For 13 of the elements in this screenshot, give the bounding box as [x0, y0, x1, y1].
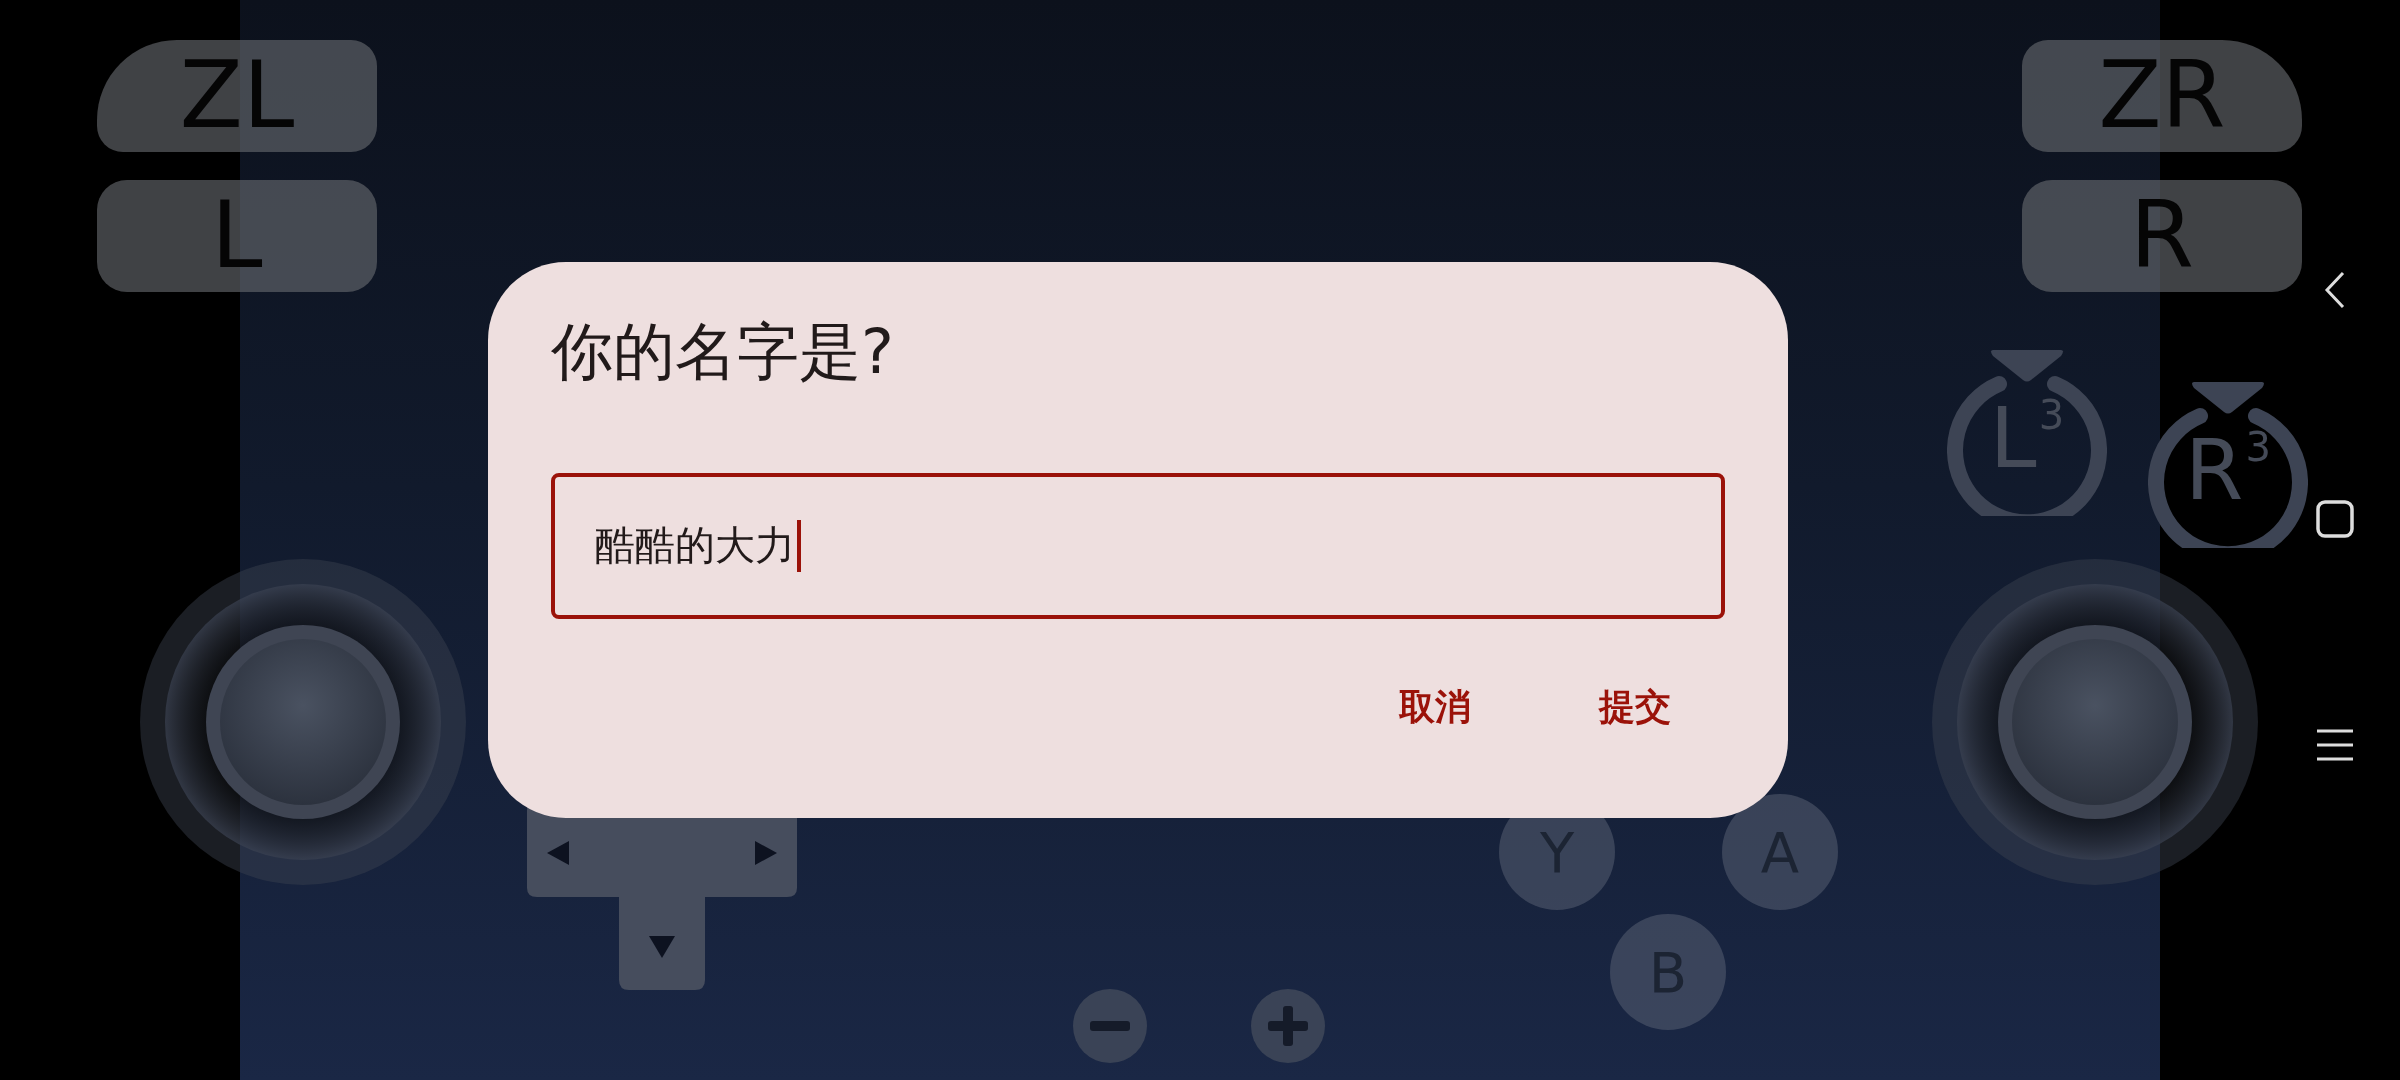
home-icon[interactable]: [2316, 500, 2354, 538]
shoulder-button[interactable]: ZL: [97, 40, 377, 152]
menu-icon[interactable]: [2316, 728, 2354, 762]
cancel-button[interactable]: 取消: [1385, 670, 1485, 744]
submit-button[interactable]: 提交: [1585, 670, 1685, 744]
stick-click-button[interactable]: R$^{3}$: [2148, 372, 2308, 548]
name-input-field[interactable]: 酷酷的大力: [551, 472, 1725, 619]
shoulder-button[interactable]: L: [97, 180, 377, 292]
back-icon[interactable]: [2323, 270, 2347, 310]
shoulder-button[interactable]: ZR: [2022, 40, 2302, 152]
dialog-title: 你的名字是?: [551, 314, 895, 390]
shoulder-button[interactable]: R: [2022, 180, 2302, 292]
text-cursor: [797, 519, 801, 572]
